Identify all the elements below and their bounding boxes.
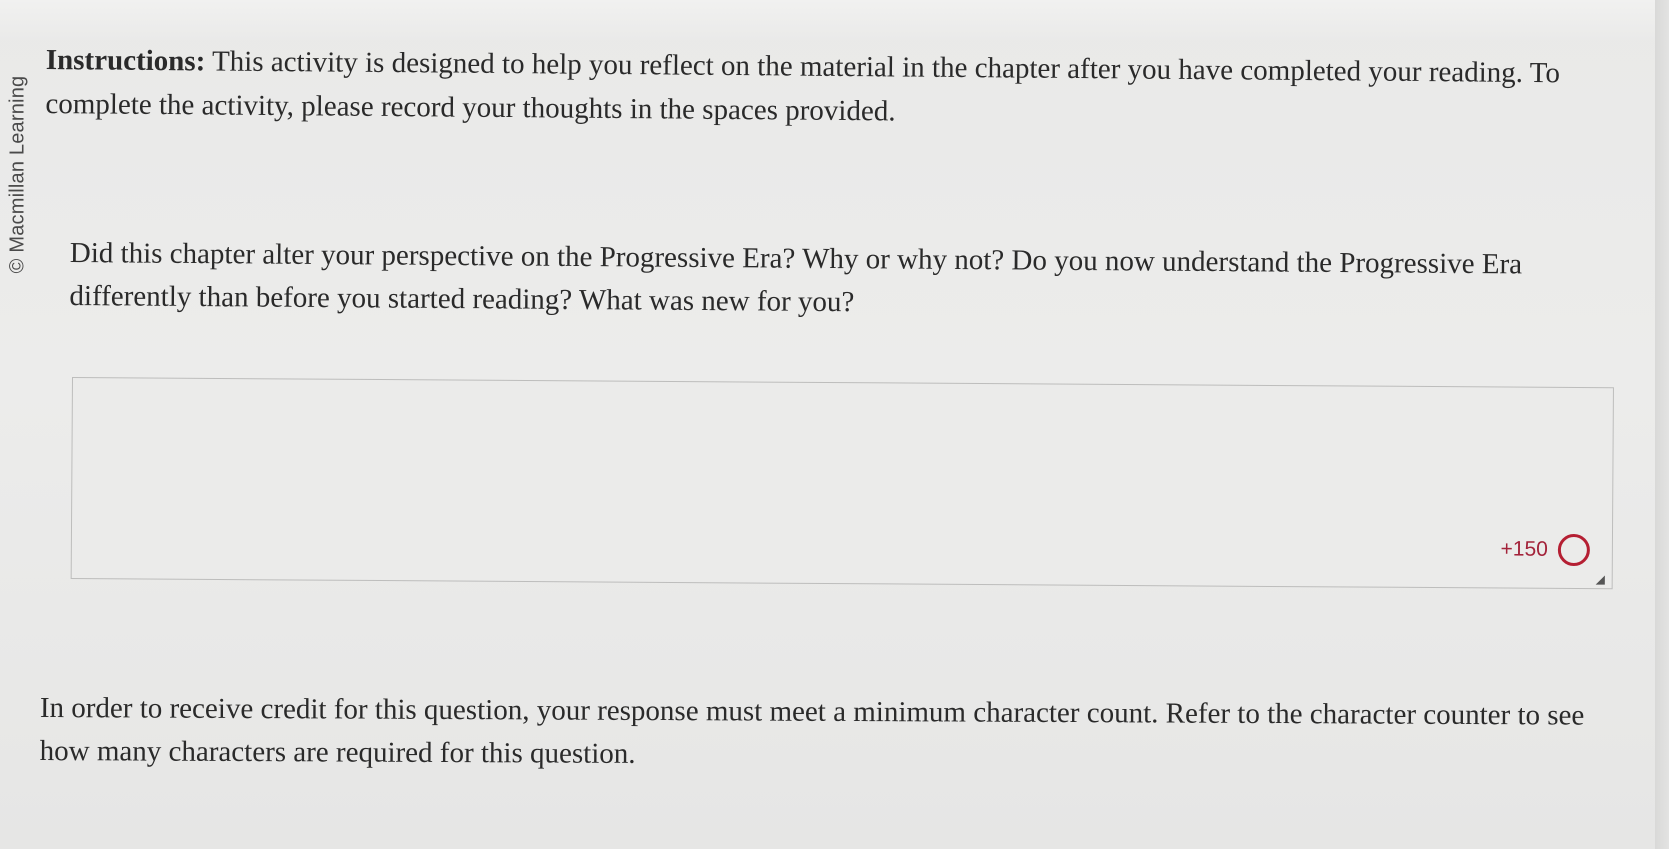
resize-handle-icon[interactable]: ◢ [1596, 572, 1608, 586]
instructions-text: This activity is designed to help you re… [45, 45, 1561, 128]
instructions-label: Instructions: [45, 43, 206, 78]
answer-textarea[interactable]: +150 ◢ [70, 377, 1614, 590]
question-prompt: Did this chapter alter your perspective … [69, 232, 1650, 330]
character-counter: +150 [1500, 533, 1590, 567]
copyright-watermark: © Macmillan Learning [0, 44, 36, 304]
copyright-text: © Macmillan Learning [6, 75, 29, 273]
character-counter-value: +150 [1500, 537, 1548, 561]
activity-page: © Macmillan Learning Instructions: This … [0, 0, 1669, 849]
right-edge [1655, 0, 1669, 849]
question-text: Did this chapter alter your perspective … [69, 236, 1523, 319]
top-edge [0, 0, 1669, 40]
instructions-paragraph: Instructions: This activity is designed … [45, 38, 1646, 140]
credit-requirement-note: In order to receive credit for this ques… [40, 687, 1640, 781]
credit-note-text: In order to receive credit for this ques… [39, 691, 1585, 770]
character-counter-ring-icon [1557, 533, 1590, 567]
